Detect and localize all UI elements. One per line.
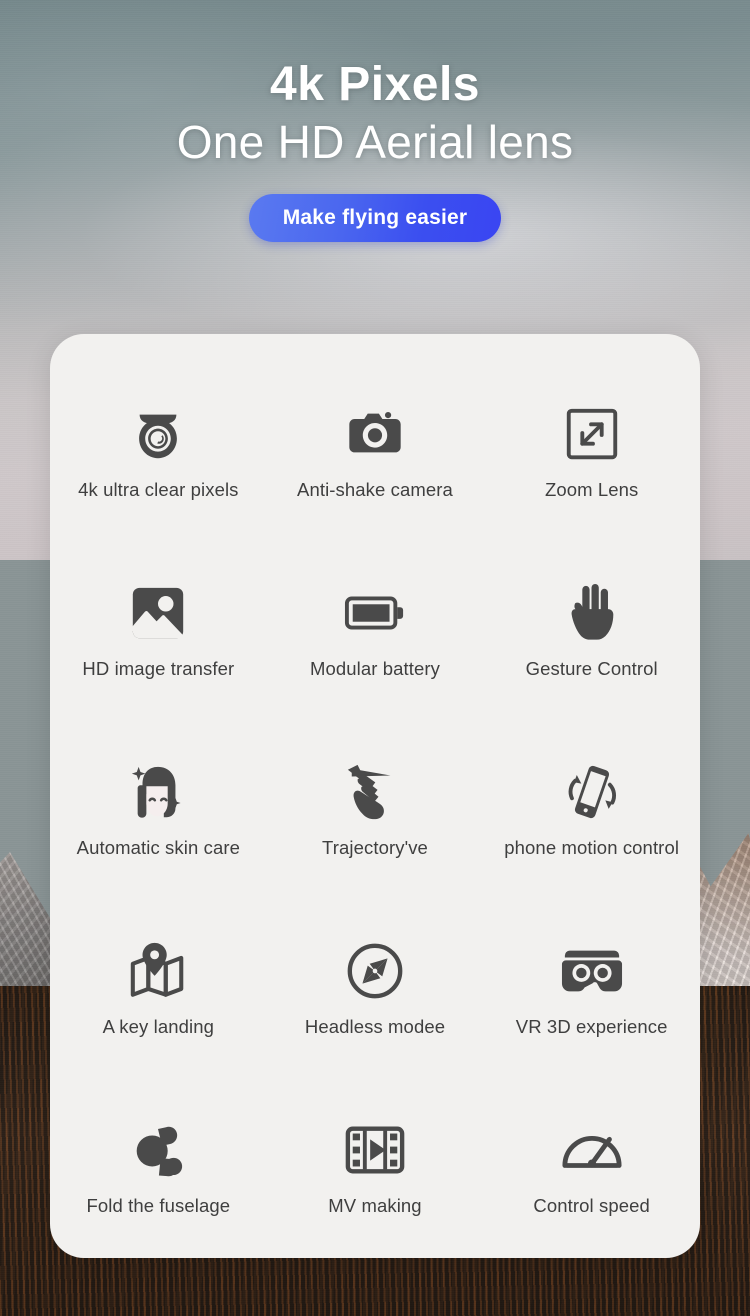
page-title: 4k Pixels <box>270 58 480 111</box>
make-flying-easier-button[interactable]: Make flying easier <box>248 193 502 242</box>
page-subtitle: One HD Aerial lens <box>176 116 574 169</box>
feature-label: Trajectory've <box>322 836 428 858</box>
feature-label: Headless modee <box>304 1016 446 1038</box>
swipe-hand-icon <box>344 761 406 823</box>
speedometer-icon <box>561 1119 623 1181</box>
feature-card: 4k ultra clear pixels Anti-shake camera <box>50 334 700 1258</box>
feature-grid: 4k ultra clear pixels Anti-shake camera <box>50 362 700 1258</box>
dome-camera-icon <box>127 403 189 465</box>
feature-label: HD image transfer <box>82 657 235 679</box>
feature-label: Gesture Control <box>525 657 658 679</box>
feature-label: Anti-shake camera <box>297 478 453 500</box>
feature-label: MV making <box>328 1195 422 1217</box>
folded-drone-icon <box>127 1119 189 1181</box>
feature-label: Fold the fuselage <box>86 1195 231 1217</box>
battery-icon <box>344 582 406 644</box>
feature-label: Control speed <box>533 1195 650 1217</box>
feature-label: phone motion control <box>504 836 680 858</box>
header: 4k Pixels One HD Aerial lens Make flying… <box>0 0 750 242</box>
feature-item-gesture-control[interactable]: Gesture Control <box>483 541 700 720</box>
cta-container: Make flying easier <box>0 193 750 242</box>
feature-label: Modular battery <box>309 657 441 679</box>
phone-tilt-icon <box>561 761 623 823</box>
vr-goggles-icon <box>561 940 623 1002</box>
image-picture-icon <box>127 582 189 644</box>
feature-label: A key landing <box>102 1016 214 1038</box>
feature-item-mv-making[interactable]: MV making <box>267 1079 484 1258</box>
feature-item-4k-ultra-clear-pixels[interactable]: 4k ultra clear pixels <box>50 362 267 541</box>
film-play-icon <box>344 1119 406 1181</box>
feature-item-vr-3d-experience[interactable]: VR 3D experience <box>483 900 700 1079</box>
feature-label: VR 3D experience <box>515 1016 668 1038</box>
feature-item-fold-the-fuselage[interactable]: Fold the fuselage <box>50 1079 267 1258</box>
feature-label: Zoom Lens <box>544 478 639 500</box>
beauty-face-icon <box>127 761 189 823</box>
photo-camera-icon <box>344 403 406 465</box>
feature-label: 4k ultra clear pixels <box>78 478 239 500</box>
map-pin-icon <box>127 940 189 1002</box>
zoom-expand-icon <box>561 403 623 465</box>
feature-item-automatic-skin-care[interactable]: Automatic skin care <box>50 720 267 899</box>
feature-item-a-key-landing[interactable]: A key landing <box>50 900 267 1079</box>
feature-item-hd-image-transfer[interactable]: HD image transfer <box>50 541 267 720</box>
feature-item-phone-motion-control[interactable]: phone motion control <box>483 720 700 899</box>
open-hand-icon <box>561 582 623 644</box>
feature-item-anti-shake-camera[interactable]: Anti-shake camera <box>267 362 484 541</box>
promo-page: 4k Pixels One HD Aerial lens Make flying… <box>0 0 750 1316</box>
feature-item-control-speed[interactable]: Control speed <box>483 1079 700 1258</box>
compass-icon <box>344 940 406 1002</box>
feature-item-headless-mode[interactable]: Headless modee <box>267 900 484 1079</box>
feature-item-trajectory[interactable]: Trajectory've <box>267 720 484 899</box>
feature-item-zoom-lens[interactable]: Zoom Lens <box>483 362 700 541</box>
feature-label: Automatic skin care <box>76 836 240 858</box>
feature-item-modular-battery[interactable]: Modular battery <box>267 541 484 720</box>
